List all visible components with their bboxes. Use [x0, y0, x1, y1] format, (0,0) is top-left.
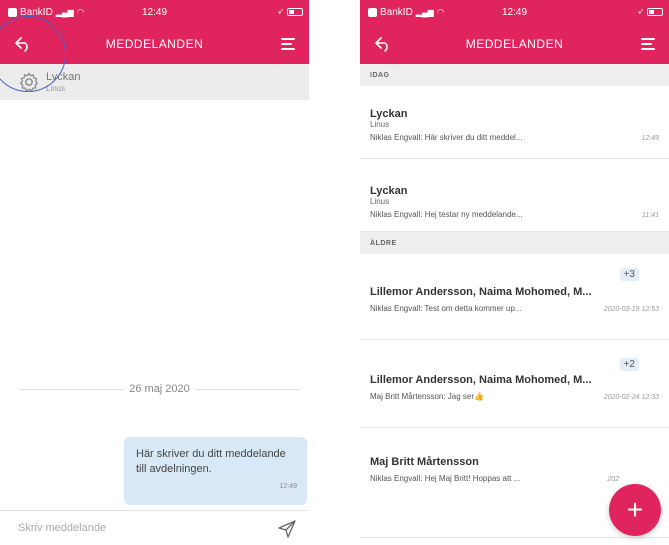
- conversation-screen: BankID ▂▄▆ ◠ 12:49 ➶ MEDDELANDEN Lyckan …: [0, 0, 309, 545]
- message-text: Här skriver du ditt meddelande till avde…: [136, 448, 286, 475]
- item-time: 12:49: [641, 135, 659, 142]
- item-preview: Niklas Engvall: Hej Maj Britt! Hoppas at…: [370, 474, 521, 483]
- date-separator: 26 maj 2020: [20, 379, 300, 399]
- section-header-today: IDAG: [360, 64, 669, 86]
- item-title: Lyckan: [370, 108, 408, 120]
- item-title: Lillemor Andersson, Naima Mohomed, M...: [370, 374, 592, 386]
- item-preview: Niklas Engvall: Här skriver du ditt medd…: [370, 133, 523, 142]
- conversation-list-item[interactable]: +3 Lillemor Andersson, Naima Mohomed, M.…: [360, 254, 669, 340]
- item-time: 202: [607, 476, 619, 483]
- status-time: 12:49: [141, 6, 168, 18]
- conversation-list-item[interactable]: +2 Lillemor Andersson, Naima Mohomed, M.…: [360, 340, 669, 428]
- item-time: 2020-02-24 12:33: [603, 394, 659, 401]
- participant-count-badge: +3: [619, 268, 639, 281]
- nav-bar: MEDDELANDEN: [360, 24, 669, 64]
- battery-icon: [647, 7, 663, 16]
- status-bar: BankID ▂▄▆ ◠ 12:49 ➶: [360, 0, 669, 24]
- back-arrow-icon[interactable]: [374, 36, 392, 52]
- item-title: Maj Britt Mårtensson: [370, 456, 479, 468]
- hamburger-menu-icon[interactable]: [281, 38, 295, 50]
- message-time: 12:49: [279, 483, 297, 490]
- item-time: 2020-03-19 12:53: [603, 306, 659, 313]
- item-title: Lyckan: [370, 185, 408, 197]
- conversation-list-item[interactable]: Lyckan Linus Niklas Engvall: Hej testar …: [360, 159, 669, 232]
- date-separator-label: 26 maj 2020: [129, 383, 190, 395]
- item-preview: Niklas Engvall: Test om detta kommer up.…: [370, 304, 522, 313]
- conversation-list-item[interactable]: Lyckan Linus Niklas Engvall: Här skriver…: [360, 86, 669, 159]
- item-title: Lillemor Andersson, Naima Mohomed, M...: [370, 286, 592, 298]
- location-icon: ➶: [637, 7, 644, 16]
- conversation-sub: Linus: [46, 84, 66, 93]
- new-message-button[interactable]: +: [609, 484, 661, 536]
- message-input-bar: [0, 510, 309, 545]
- item-sub: Linus: [370, 120, 390, 129]
- item-preview: Maj Britt Mårtensson: Jag ser👍: [370, 392, 484, 401]
- status-time: 12:49: [501, 6, 528, 18]
- item-time: 11:41: [642, 212, 659, 219]
- page-title: MEDDELANDEN: [465, 37, 564, 51]
- hamburger-menu-icon[interactable]: [641, 38, 655, 50]
- message-input[interactable]: [18, 522, 248, 534]
- battery-icon: [287, 7, 303, 16]
- send-icon[interactable]: [277, 519, 297, 539]
- item-sub: Linus: [370, 197, 390, 206]
- item-preview: Niklas Engvall: Hej testar ny meddelande…: [370, 210, 523, 219]
- location-icon: ➶: [277, 7, 284, 16]
- message-bubble[interactable]: Här skriver du ditt meddelande till avde…: [124, 437, 307, 505]
- messages-list-screen: BankID ▂▄▆ ◠ 12:49 ➶ MEDDELANDEN IDAG Ly…: [360, 0, 669, 545]
- section-header-older: ÄLDRE: [360, 232, 669, 254]
- participant-count-badge: +2: [619, 358, 639, 371]
- page-title: MEDDELANDEN: [105, 37, 204, 51]
